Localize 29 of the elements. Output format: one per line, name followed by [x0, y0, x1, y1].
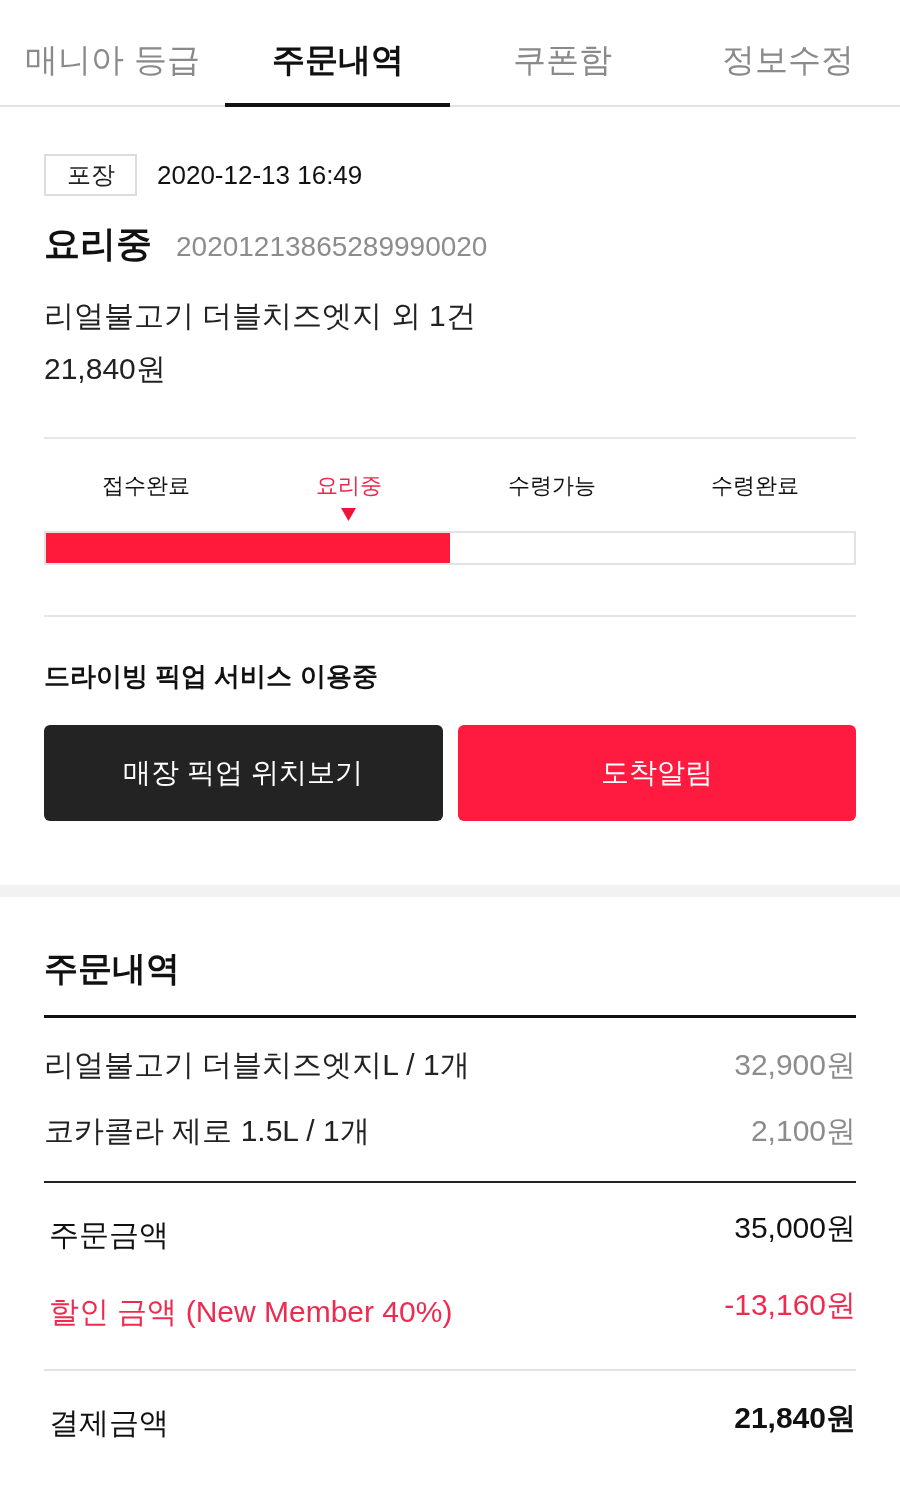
progress-step-label: 수령완료: [710, 472, 799, 500]
summary-value: -13,160원: [724, 1287, 856, 1323]
payment-value: 21,840원: [734, 1400, 856, 1436]
pickup-service-notice: 드라이빙 픽업 서비스 이용중: [44, 660, 378, 693]
triangle-pointer-icon: [341, 508, 356, 521]
action-button[interactable]: 매장 픽업 위치보기: [44, 725, 443, 821]
order-date: 2020-12-13 16:49: [157, 159, 363, 192]
item-name: 리얼불고기 더블치즈엣지L / 1개: [44, 1047, 470, 1083]
tab[interactable]: 주문내역: [225, 35, 450, 107]
item-price: 32,900원: [734, 1047, 856, 1083]
summary-value: 35,000원: [734, 1210, 856, 1246]
progress-step-label: 접수완료: [101, 472, 190, 500]
order-type-tag: 포장: [44, 154, 137, 196]
tab[interactable]: 정보수정: [675, 35, 900, 107]
action-button[interactable]: 도착알림: [457, 725, 856, 821]
summary-label: 주문금액: [48, 1217, 169, 1253]
payment-label: 결제금액: [48, 1405, 169, 1441]
progress-step-label: 수령가능: [507, 472, 596, 500]
item-price: 2,100원: [750, 1113, 856, 1149]
order-status: 요리중: [44, 222, 152, 266]
tab[interactable]: 매니아 등급: [0, 35, 225, 107]
order-details-title: 주문내역: [44, 948, 180, 989]
order-summary: 리얼불고기 더블치즈엣지 외 1건: [44, 298, 476, 334]
summary-label: 할인 금액 (New Member 40%): [48, 1294, 453, 1330]
order-total: 21,840원: [44, 351, 166, 387]
tab[interactable]: 쿠폰함: [450, 35, 675, 107]
item-name: 코카콜라 제로 1.5L / 1개: [44, 1113, 370, 1149]
order-number: 20201213865289990020: [176, 230, 488, 264]
progress-step-label: 요리중: [315, 472, 382, 500]
